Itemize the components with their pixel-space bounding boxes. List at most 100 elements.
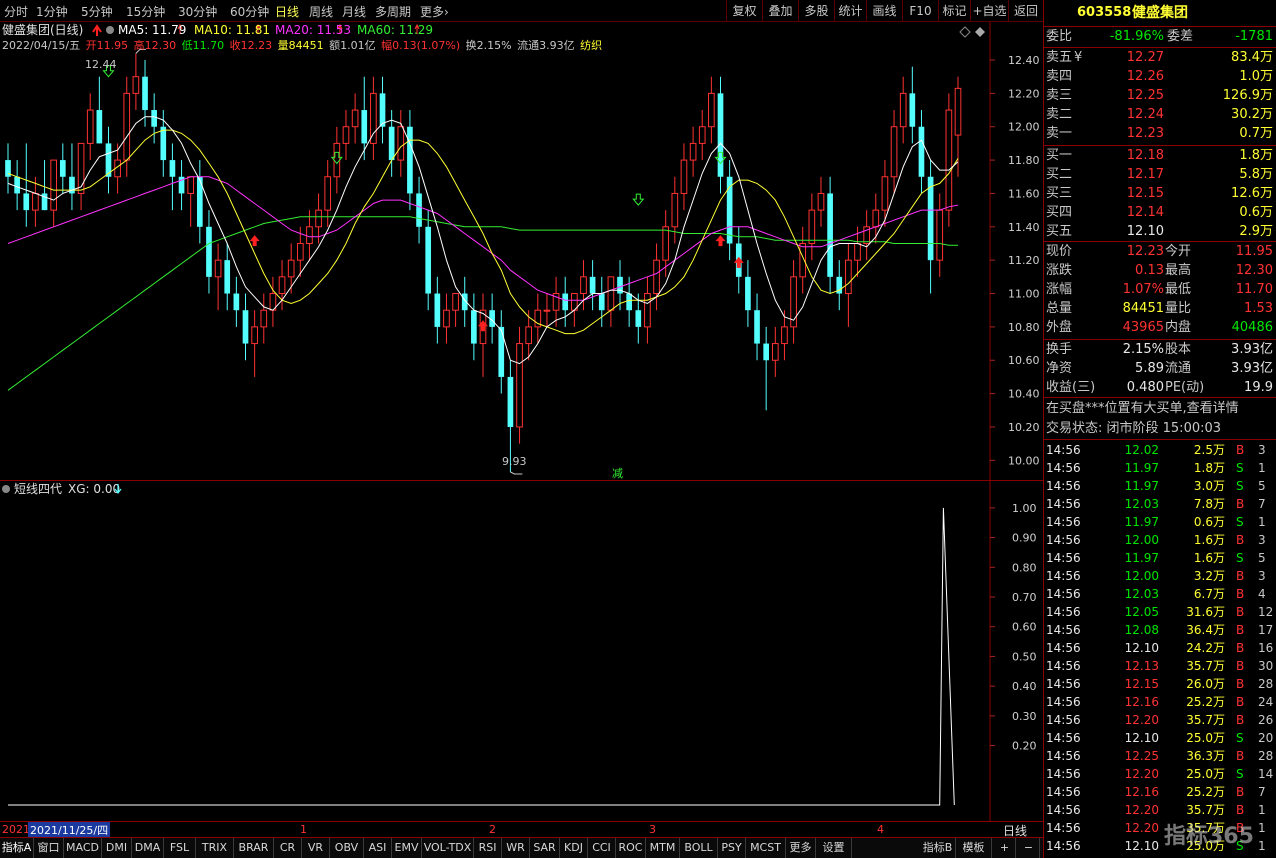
period-tab-monthly[interactable]: 月线 [342, 3, 366, 20]
ask-row: 卖一 12.23 0.7万 [1044, 125, 1276, 143]
indicator-b-tab[interactable]: 指标B [920, 838, 956, 858]
candle [169, 143, 176, 211]
arrow-up-icon [92, 24, 102, 36]
fuquan-button[interactable]: 复权 [726, 0, 762, 22]
ask-price: 12.25 [1126, 88, 1164, 103]
bid-volume: 0.6万 [1239, 205, 1273, 220]
candle [269, 276, 277, 327]
draw-line-button[interactable]: 画线 [866, 0, 902, 22]
indicator-tab-rsi[interactable]: RSI [474, 838, 502, 858]
indicator-tab-cci[interactable]: CCI [588, 838, 616, 858]
indicator-tab-macd[interactable]: MACD [64, 838, 102, 858]
stats-button[interactable]: 统计 [834, 0, 866, 22]
period-tab-30min[interactable]: 30分钟 [178, 3, 217, 20]
add-watchlist-button[interactable]: +自选 [970, 0, 1008, 22]
indicator-tab-roc[interactable]: ROC [616, 838, 646, 858]
period-tab-more[interactable]: 更多› [420, 3, 449, 20]
tick-row: 14:56 12.16 25.2万 B 24 [1046, 695, 1274, 709]
period-tab-15min[interactable]: 15分钟 [126, 3, 165, 20]
bid-row: 买三 12.15 12.6万 [1044, 185, 1276, 203]
diamond-filled-icon[interactable] [975, 27, 985, 37]
indicator-tab-mcst[interactable]: MCST [746, 838, 786, 858]
period-tab-weekly[interactable]: 周线 [309, 3, 333, 20]
y-tick-label: 0.20 [1012, 740, 1037, 753]
overlay-button[interactable]: 叠加 [762, 0, 798, 22]
period-tab-60min[interactable]: 60分钟 [230, 3, 269, 20]
indicator-tab-psy[interactable]: PSY [718, 838, 746, 858]
indicator-tab-bar: 指标A 窗口 MACD DMI DMA FSL TRIX BRAR CR VR OBV ASI EMV V… [0, 837, 1043, 858]
indicator-tab-asi[interactable]: ASI [364, 838, 392, 858]
candle [836, 260, 843, 311]
weibi-row: 委比 -81.96% 委差 -1781 [1046, 29, 1273, 44]
back-button[interactable]: 返回 [1008, 0, 1043, 22]
ma20-readout: MA20: 11.53 [275, 23, 351, 37]
candle [534, 293, 542, 344]
indicator-tab-wr[interactable]: WR [502, 838, 530, 858]
settings-dot-icon[interactable] [2, 485, 10, 493]
period-tab-5min[interactable]: 5分钟 [81, 3, 113, 20]
y-tick-label: 10.20 [1008, 421, 1040, 434]
candle [754, 293, 760, 361]
indicator-tab-boll[interactable]: BOLL [680, 838, 718, 858]
indicator-tab-obv[interactable]: OBV [330, 838, 364, 858]
finance-row: 换手 2.15% 股本 3.93亿 [1046, 342, 1273, 357]
bid-price: 12.18 [1126, 148, 1164, 163]
y-tick-label: 0.40 [1012, 680, 1037, 693]
indicator-tab-kdj[interactable]: KDJ [560, 838, 588, 858]
ask-price: 12.26 [1126, 69, 1164, 84]
indicator-tab-[interactable]: 更多 [786, 838, 816, 858]
settings-gear-icon[interactable] [106, 26, 114, 34]
industry-readout: 纺织 [580, 38, 602, 52]
mark-button[interactable]: 标记 [938, 0, 970, 22]
indicator-tab-brar[interactable]: BRAR [234, 838, 274, 858]
candle [918, 110, 925, 194]
quote-row: 涨幅 1.07% 最低 11.70 [1046, 282, 1273, 297]
multi-stock-button[interactable]: 多股 [798, 0, 834, 22]
indicator-tab-cr[interactable]: CR [274, 838, 302, 858]
period-tab-fenshi[interactable]: 分时 [4, 3, 28, 20]
indicator-tab-[interactable]: 窗口 [34, 838, 64, 858]
period-tab-daily[interactable]: 日线 [275, 3, 299, 20]
indicator-tab-emv[interactable]: EMV [392, 838, 422, 858]
big-order-notice[interactable]: 在买盘***位置有大买单,查看详情 [1044, 400, 1276, 418]
ask-volume: 1.0万 [1239, 69, 1273, 84]
zoom-in-button[interactable]: + [994, 838, 1016, 858]
indicator-tab-mtm[interactable]: MTM [646, 838, 680, 858]
indicator-tab-sar[interactable]: SAR [530, 838, 560, 858]
indicator-tab-fsl[interactable]: FSL [164, 838, 196, 858]
period-tab-1min[interactable]: 1分钟 [36, 3, 68, 20]
f10-button[interactable]: F10 [902, 0, 938, 22]
buy-signal-arrow-icon [733, 256, 744, 268]
template-tab[interactable]: 模板 [956, 838, 992, 858]
indicator-tab-dma[interactable]: DMA [132, 838, 164, 858]
candle [69, 143, 75, 211]
indicator-tab-trix[interactable]: TRIX [196, 838, 234, 858]
tick-row: 14:56 11.97 1.8万 S 1 [1046, 461, 1266, 475]
bid-label: 买五 [1046, 224, 1073, 239]
candle [342, 110, 350, 161]
period-tab-multi[interactable]: 多周期 [375, 3, 411, 20]
tick-row: 14:56 12.20 35.7万 B 26 [1046, 713, 1274, 727]
date-readout: 2022/04/15/五 [2, 39, 80, 52]
y-tick-label: 10.00 [1008, 454, 1040, 467]
indicator-tab-vr[interactable]: VR [302, 838, 330, 858]
kline-chart[interactable]: 12.40 12.20 12.00 11.80 11.60 11.40 11.20 11.00… [0, 22, 1043, 480]
stock-name: 健盛集团 [1132, 5, 1188, 21]
diamond-icon[interactable] [959, 26, 971, 38]
indicator-tab-dmi[interactable]: DMI [102, 838, 132, 858]
bid-price: 12.14 [1126, 205, 1164, 220]
ask-row: 卖五 12.27 83.4万 ¥ [1044, 49, 1276, 67]
candle [745, 260, 751, 327]
indicator-tab-[interactable]: 设置 [816, 838, 852, 858]
reduce-sign-label: 减 [612, 467, 623, 480]
indicator-tab-a[interactable]: 指标A [0, 838, 34, 858]
min-price-label: 9.93 [502, 455, 527, 468]
indicator-tab-voltdx[interactable]: VOL-TDX [422, 838, 474, 858]
indicator-chart[interactable]: 1.00 0.90 0.80 0.70 0.60 0.50 0.40 0.30 0.20 短线四… [0, 481, 1043, 821]
sell-signal-arrow-icon [632, 193, 645, 206]
y-tick-label: 11.60 [1008, 187, 1040, 200]
candle [41, 160, 48, 211]
zoom-out-button[interactable]: − [1018, 838, 1040, 858]
candle [881, 160, 889, 227]
axis-cursor-date: 2021/11/25/四 [28, 822, 111, 838]
